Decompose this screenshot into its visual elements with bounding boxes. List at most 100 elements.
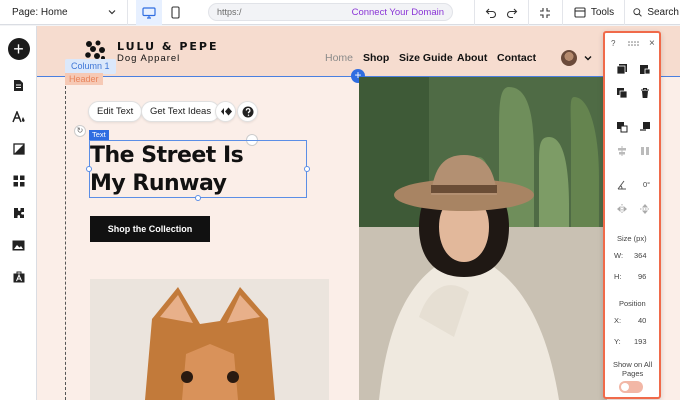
y-value[interactable]: 193 <box>634 337 647 346</box>
column-1-tag[interactable]: Column 1 <box>65 59 116 74</box>
left-toolbar: + <box>0 26 37 400</box>
hero-photo[interactable] <box>359 77 607 400</box>
media-button[interactable] <box>0 233 37 257</box>
duplicate-icon[interactable] <box>616 87 628 99</box>
page-selector[interactable]: Page: Home <box>0 0 128 25</box>
position-label: Position <box>619 299 646 308</box>
toolbar-divider <box>528 0 529 25</box>
copy-icon[interactable] <box>616 63 628 75</box>
align-icon[interactable] <box>616 145 628 157</box>
drag-handle-icon[interactable] <box>628 41 640 46</box>
puzzle-icon <box>13 208 24 218</box>
bring-forward-icon[interactable] <box>616 121 628 133</box>
help-button[interactable] <box>237 101 258 122</box>
background-icon <box>12 143 25 155</box>
briefcase-icon <box>13 271 24 283</box>
headline-line-2: My Runway <box>90 171 227 196</box>
business-button[interactable] <box>0 265 37 289</box>
height-value[interactable]: 96 <box>638 272 646 281</box>
redo-button[interactable] <box>503 0 521 25</box>
send-backward-icon[interactable] <box>639 121 651 133</box>
rotation-value[interactable]: 0° <box>643 180 650 189</box>
trash-icon[interactable] <box>639 87 651 99</box>
paste-icon[interactable] <box>639 63 651 75</box>
header-tag[interactable]: Header <box>65 73 103 85</box>
nav-link-shop[interactable]: Shop <box>363 52 389 64</box>
avatar[interactable] <box>561 50 577 66</box>
animation-icon <box>220 107 232 116</box>
top-bar: Page: Home https:/ Connect Your Domain T… <box>0 0 680 25</box>
panel-close-icon[interactable]: × <box>649 38 655 49</box>
redo-icon <box>507 8 518 18</box>
chevron-down-icon[interactable] <box>583 53 593 63</box>
flip-horizontal-icon[interactable] <box>616 203 628 215</box>
add-elements-button[interactable]: + <box>0 37 37 61</box>
mobile-icon <box>170 6 180 19</box>
design-button[interactable] <box>0 105 37 129</box>
show-on-all-pages-toggle[interactable] <box>619 381 643 393</box>
page-icon <box>14 79 23 91</box>
nav-link-about[interactable]: About <box>457 52 487 64</box>
size-label: Size (px) <box>617 234 647 243</box>
sections-button[interactable] <box>0 169 37 193</box>
search-label: Search <box>647 7 679 18</box>
width-label: W: <box>614 251 624 260</box>
help-icon <box>242 106 253 117</box>
tools-label: Tools <box>590 7 615 18</box>
toolbar-divider <box>474 0 475 25</box>
distribute-icon[interactable] <box>639 145 651 157</box>
backgrounds-button[interactable] <box>0 137 37 161</box>
search-icon <box>633 8 642 17</box>
hero-headline[interactable]: The Street Is My Runway <box>90 142 306 198</box>
animation-button[interactable] <box>215 101 236 122</box>
desktop-icon <box>142 6 156 19</box>
brand-name: LULU & PEPE <box>117 40 219 53</box>
nav-link-home[interactable]: Home <box>325 52 353 64</box>
rotate-handle-icon[interactable]: ↻ <box>74 125 86 137</box>
text-style-icon <box>11 110 25 122</box>
pages-button[interactable] <box>0 73 37 97</box>
dog-photo[interactable] <box>90 279 329 400</box>
grid-icon <box>13 175 24 187</box>
search-button[interactable]: Search <box>633 0 679 25</box>
panel-help-icon[interactable]: ? <box>611 39 615 48</box>
x-value[interactable]: 40 <box>638 316 646 325</box>
connect-domain-link[interactable]: Connect Your Domain <box>352 7 444 18</box>
tools-button[interactable]: Tools <box>572 0 616 25</box>
chevron-down-icon <box>108 10 116 15</box>
toolbar-divider <box>624 0 625 25</box>
brand-logo-icon <box>84 39 106 61</box>
get-text-ideas-button[interactable]: Get Text Ideas <box>141 101 221 122</box>
show-all-pages-label: Show on All <box>613 360 653 369</box>
show-all-pages-label-2: Pages <box>622 369 644 378</box>
site-url: https:/ <box>217 7 242 17</box>
brand-tagline: Dog Apparel <box>117 53 181 64</box>
zoom-out-button[interactable] <box>535 0 555 25</box>
edit-text-button[interactable]: Edit Text <box>88 101 143 122</box>
mobile-view-button[interactable] <box>162 0 188 25</box>
headline-line-1: The Street Is <box>90 143 244 168</box>
tools-panel-icon <box>574 7 586 18</box>
flip-vertical-icon[interactable] <box>639 203 651 215</box>
collapse-icon <box>540 7 550 18</box>
column-guide <box>65 86 66 400</box>
apps-button[interactable] <box>0 201 37 225</box>
toolbar-divider <box>562 0 563 25</box>
nav-link-size-guide[interactable]: Size Guide <box>399 52 453 64</box>
site-url-bar[interactable]: https:/ Connect Your Domain <box>208 3 453 21</box>
x-label: X: <box>614 316 622 325</box>
height-label: H: <box>614 272 622 281</box>
undo-icon <box>485 8 496 18</box>
width-value[interactable]: 364 <box>634 251 647 260</box>
image-icon <box>12 240 25 250</box>
plus-icon: + <box>7 38 30 60</box>
page-selector-label: Page: Home <box>12 6 68 18</box>
undo-button[interactable] <box>482 0 500 25</box>
desktop-view-button[interactable] <box>136 0 162 25</box>
rotate-angle-icon[interactable] <box>616 179 628 191</box>
shop-collection-button[interactable]: Shop the Collection <box>90 216 210 242</box>
toggle-knob <box>621 383 629 391</box>
nav-link-contact[interactable]: Contact <box>497 52 536 64</box>
inspector-panel: ? × 0° Size (px) W: 364 H: 96 Position X… <box>603 31 661 399</box>
editor-canvas[interactable]: LULU & PEPE Dog Apparel Home Shop Size G… <box>37 26 680 400</box>
